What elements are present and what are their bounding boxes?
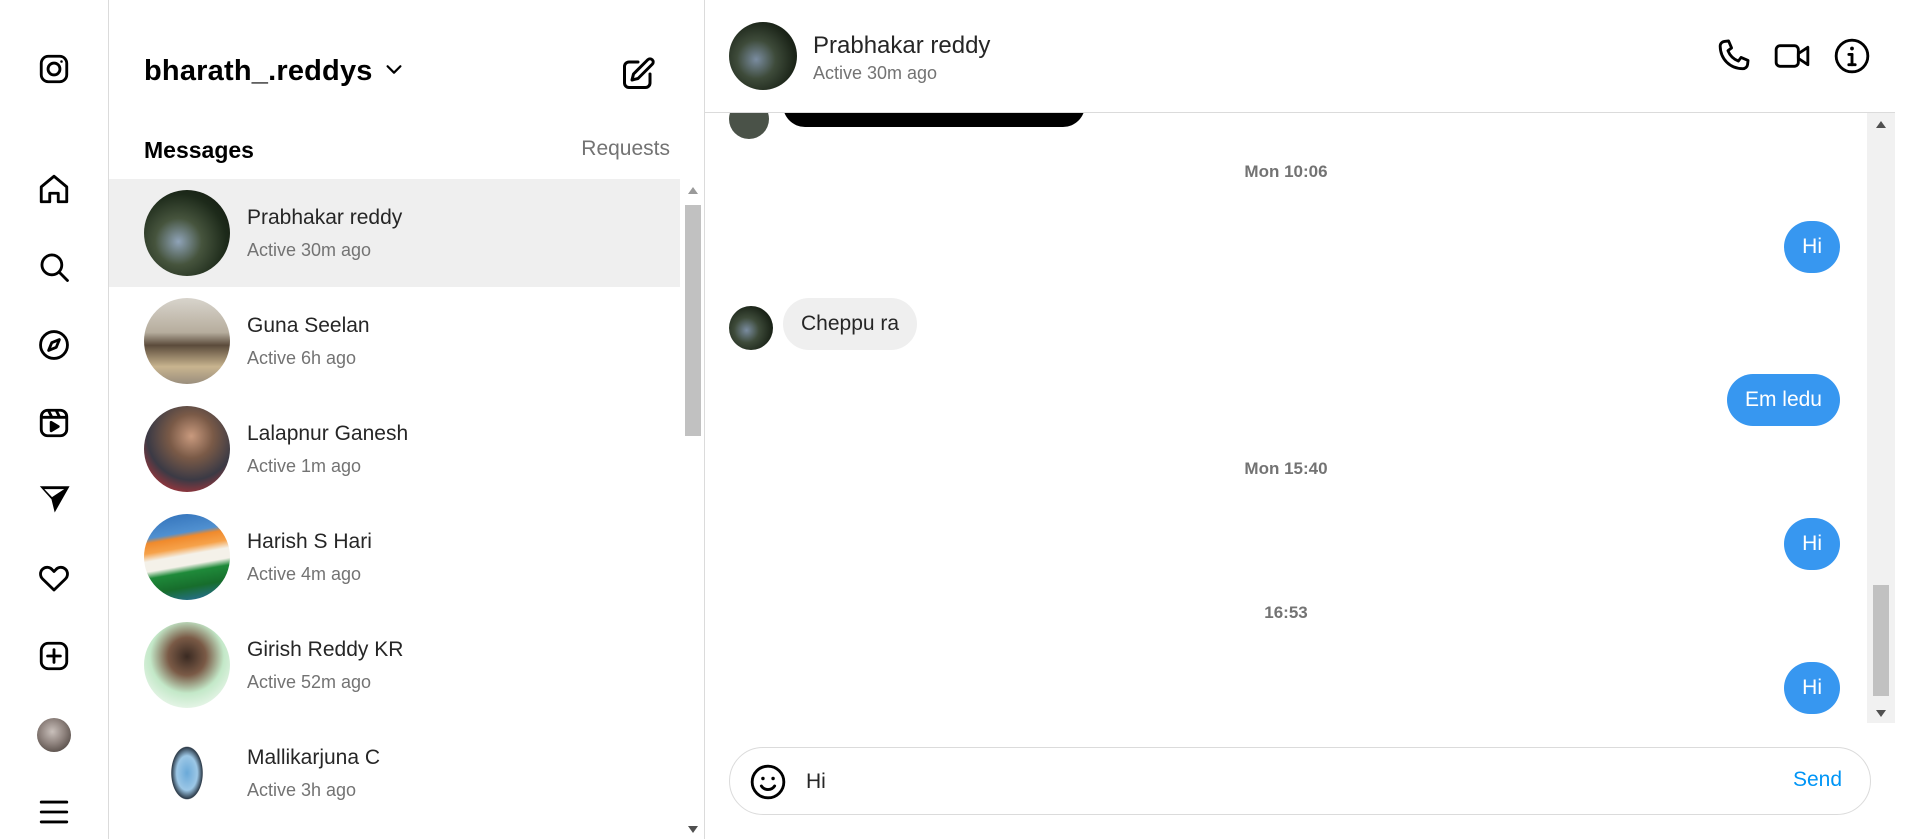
contact-status: Active 30m ago <box>813 63 938 83</box>
notifications-heart-icon[interactable] <box>32 556 76 600</box>
new-message-compose-icon[interactable] <box>616 52 660 96</box>
avatar <box>144 730 230 816</box>
info-icon[interactable] <box>1830 34 1874 78</box>
chevron-down-icon <box>383 58 405 85</box>
search-icon[interactable] <box>32 245 76 289</box>
contact-avatar[interactable] <box>729 22 797 90</box>
avatar <box>144 514 230 600</box>
tab-messages[interactable]: Messages <box>144 137 254 164</box>
thread-status: Active 4m ago <box>247 563 362 584</box>
account-switcher[interactable]: bharath_.reddys <box>144 55 405 88</box>
instagram-logo-icon[interactable] <box>32 47 76 91</box>
thread-row[interactable]: Harish S Hari Active 4m ago <box>109 503 680 611</box>
scroll-up-arrow-icon[interactable] <box>1876 121 1886 128</box>
thread-status: Active 30m ago <box>247 239 372 260</box>
scrollbar-thumb[interactable] <box>1873 585 1889 696</box>
avatar <box>144 622 230 708</box>
emoji-icon[interactable] <box>748 762 788 802</box>
outgoing-message-bubble[interactable]: Hi <box>1784 662 1840 714</box>
avatar <box>144 406 230 492</box>
chat-pane: Prabhakar reddy Active 30m ago Mon 10:06… <box>705 0 1895 839</box>
tab-requests[interactable]: Requests <box>581 137 670 161</box>
page-scrollbar-gutter <box>1895 0 1920 839</box>
explore-compass-icon[interactable] <box>32 323 76 367</box>
avatar <box>144 190 230 276</box>
phone-icon[interactable] <box>1711 34 1755 78</box>
outgoing-message-bubble[interactable]: Hi <box>1784 221 1840 273</box>
direct-messages-icon[interactable] <box>32 477 76 521</box>
thread-status: Active 52m ago <box>247 671 372 692</box>
message-timestamp: 16:53 <box>1264 603 1308 622</box>
profile-avatar[interactable] <box>37 718 71 752</box>
scrollbar-thumb[interactable] <box>685 205 701 436</box>
outgoing-message-bubble[interactable]: Em ledu <box>1726 374 1840 426</box>
scroll-down-arrow-icon[interactable] <box>688 826 698 833</box>
avatar <box>729 306 773 350</box>
more-menu-icon[interactable] <box>32 790 76 834</box>
thread-name: Lalapnur Ganesh <box>247 421 409 445</box>
thread-name: Guna Seelan <box>247 313 370 337</box>
account-name: bharath_.reddys <box>144 55 373 87</box>
thread-row[interactable]: Prabhakar reddy Active 30m ago <box>109 179 680 287</box>
thread-list: Prabhakar reddy Active 30m ago Guna Seel… <box>109 179 680 839</box>
thread-row[interactable]: Girish Reddy KR Active 52m ago <box>109 611 680 719</box>
thread-name: Harish S Hari <box>247 529 372 553</box>
home-icon[interactable] <box>32 167 76 211</box>
avatar <box>729 113 769 139</box>
thread-row[interactable]: Mallikarjuna C Active 3h ago <box>109 719 680 827</box>
outgoing-message-bubble[interactable]: Hi <box>1784 518 1840 570</box>
message-thread: Mon 10:06 Hi Cheppu ra Em ledu Mon 15:40… <box>705 113 1867 723</box>
chat-header: Prabhakar reddy Active 30m ago <box>705 0 1895 113</box>
thread-name: Girish Reddy KR <box>247 637 404 661</box>
scroll-down-arrow-icon[interactable] <box>1876 710 1886 717</box>
chat-scrollbar[interactable] <box>1867 113 1895 723</box>
thread-row[interactable]: Lalapnur Ganesh Active 1m ago <box>109 395 680 503</box>
thread-name: Prabhakar reddy <box>247 205 403 229</box>
incoming-message-bubble[interactable]: Cheppu ra <box>783 298 918 350</box>
scroll-up-arrow-icon[interactable] <box>688 187 698 194</box>
message-input[interactable] <box>806 764 1746 800</box>
thread-row[interactable]: Guna Seelan Active 6h ago <box>109 287 680 395</box>
incoming-message-bubble[interactable] <box>783 113 1085 127</box>
avatar <box>144 298 230 384</box>
create-plus-icon[interactable] <box>32 634 76 678</box>
thread-list-scrollbar[interactable] <box>680 179 705 839</box>
thread-name: Mallikarjuna C <box>247 745 381 769</box>
contact-name[interactable]: Prabhakar reddy <box>813 32 990 60</box>
message-timestamp: Mon 15:40 <box>1244 459 1328 478</box>
conversation-list-pane: bharath_.reddys Messages Requests Prabha… <box>109 0 705 839</box>
message-timestamp: Mon 10:06 <box>1244 162 1328 181</box>
thread-status: Active 1m ago <box>247 455 362 476</box>
thread-status: Active 6h ago <box>247 347 357 368</box>
message-composer: Send <box>729 747 1871 815</box>
send-button[interactable]: Send <box>1793 768 1842 792</box>
reels-icon[interactable] <box>32 401 76 445</box>
thread-status: Active 3h ago <box>247 779 357 800</box>
left-nav-rail <box>0 0 109 839</box>
video-call-icon[interactable] <box>1770 34 1814 78</box>
